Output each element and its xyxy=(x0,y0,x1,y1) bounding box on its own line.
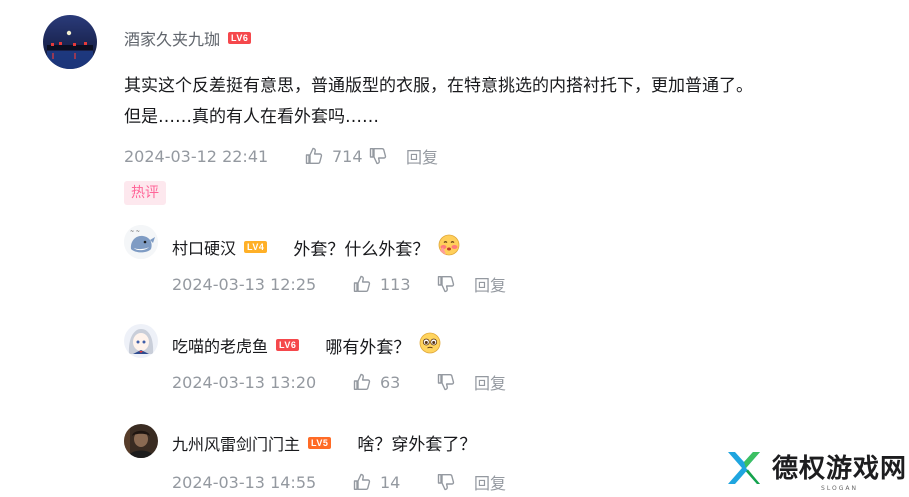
avatar[interactable] xyxy=(43,15,97,69)
like-icon[interactable] xyxy=(352,274,372,294)
reply-avatar[interactable]: ~ ~ xyxy=(124,225,158,259)
reply-avatar[interactable] xyxy=(124,424,158,458)
like-icon[interactable] xyxy=(352,472,372,492)
svg-text:~ ~: ~ ~ xyxy=(130,229,140,235)
watermark: 德权游戏网 SLOGAN xyxy=(724,448,907,492)
level-badge: LV6 xyxy=(276,339,300,351)
dislike-icon[interactable] xyxy=(436,274,456,294)
dislike-icon[interactable] xyxy=(368,146,388,166)
reply-timestamp: 2024-03-13 13:20 xyxy=(172,372,317,392)
reply-button[interactable]: 回复 xyxy=(406,144,438,168)
comment-text-line-2: 但是……真的有人在看外套吗…… xyxy=(124,107,379,127)
level-badge: LV5 xyxy=(308,436,332,449)
dislike-icon[interactable] xyxy=(436,372,456,392)
reply-text: 哪有外套？ xyxy=(325,337,411,358)
like-icon[interactable] xyxy=(352,372,372,392)
like-icon[interactable] xyxy=(304,146,324,166)
level-badge: LV6 xyxy=(228,32,252,44)
comment-text-line-1: 其实这个反差挺有意思，普通版型的衣服，在特意挑选的内搭衬托下，更加普通了。 xyxy=(124,76,753,96)
reply-button[interactable]: 回复 xyxy=(474,470,506,494)
watermark-brand: 德权游戏网 xyxy=(772,454,908,484)
reply-button[interactable]: 回复 xyxy=(474,370,506,394)
watermark-logo-icon xyxy=(724,448,764,492)
hot-comment-tag: 热评 xyxy=(124,181,166,205)
comment-timestamp: 2024-03-12 22:41 xyxy=(124,146,269,166)
reply-text: 啥？穿外套了？ xyxy=(357,435,477,455)
like-count: 14 xyxy=(380,472,401,492)
reply-button[interactable]: 回复 xyxy=(474,272,506,296)
reply-username[interactable]: 村口硬汉 xyxy=(172,235,236,259)
blushing-face-icon xyxy=(437,233,461,261)
reply-avatar[interactable] xyxy=(124,324,158,358)
level-badge: LV4 xyxy=(244,241,268,253)
watermark-slogan: SLOGAN xyxy=(821,485,858,492)
like-count: 63 xyxy=(380,372,401,392)
like-count: 714 xyxy=(332,146,363,166)
pleading-face-icon xyxy=(418,331,442,359)
reply-text: 外套？什么外套？ xyxy=(293,239,430,260)
like-count: 113 xyxy=(380,274,411,294)
reply-username[interactable]: 九州风雷剑门门主 xyxy=(172,431,300,455)
dislike-icon[interactable] xyxy=(436,472,456,492)
reply-timestamp: 2024-03-13 14:55 xyxy=(172,472,317,492)
reply-timestamp: 2024-03-13 12:25 xyxy=(172,274,317,294)
username[interactable]: 酒家久夹九珈 xyxy=(124,26,220,50)
reply-username[interactable]: 吃喵的老虎鱼 xyxy=(172,333,268,357)
